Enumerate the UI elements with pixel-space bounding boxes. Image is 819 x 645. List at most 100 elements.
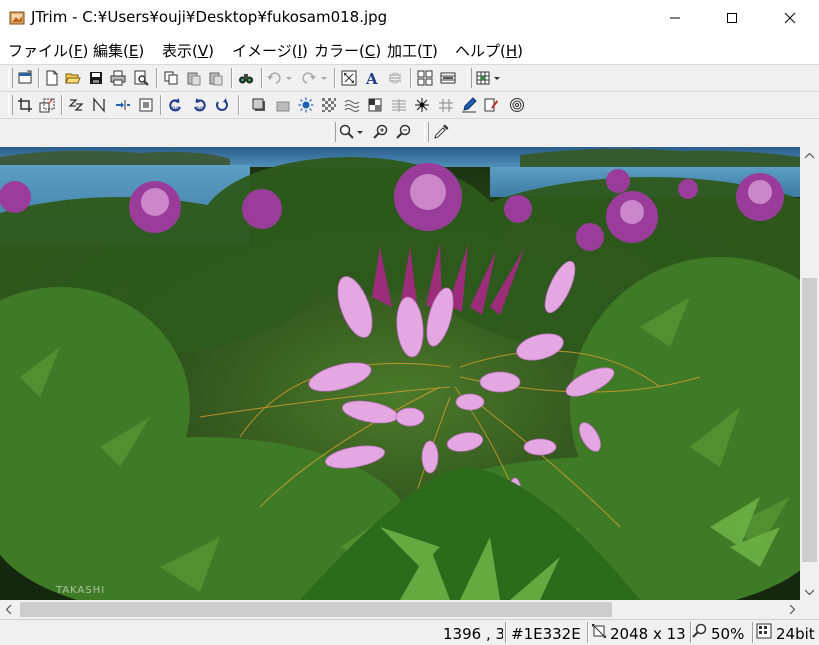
mirror-arrows-icon <box>116 100 130 110</box>
redo-button[interactable] <box>300 68 330 88</box>
vertical-scrollbar[interactable] <box>800 147 819 600</box>
menu-file[interactable]: ファイル(F) <box>8 40 88 61</box>
zoom-in-button[interactable] <box>371 122 391 142</box>
resize-button[interactable] <box>37 95 57 115</box>
svg-text:90: 90 <box>172 106 180 113</box>
text-button[interactable]: A <box>362 68 382 88</box>
minimize-button[interactable] <box>652 0 698 36</box>
sun-icon <box>298 97 314 113</box>
emboss-button[interactable] <box>273 95 293 115</box>
maximize-button[interactable] <box>709 0 755 36</box>
save-button[interactable] <box>86 68 106 88</box>
print-preview-icon <box>134 70 149 86</box>
minimize-icon <box>670 17 680 19</box>
wave-button[interactable] <box>342 95 362 115</box>
open-file-button[interactable] <box>63 68 83 88</box>
scroll-left-button[interactable] <box>0 600 17 619</box>
toolbar-separator <box>231 68 233 88</box>
toolbar-separator <box>334 68 336 88</box>
jtrim-app-icon[interactable] <box>9 10 25 26</box>
menu-edit[interactable]: 編集(E) <box>93 40 144 61</box>
clipboard-edit-button[interactable] <box>481 95 501 115</box>
zoom-in-icon <box>373 124 388 139</box>
image-canvas[interactable]: TAKASHI <box>0 147 800 600</box>
frame-icon <box>139 98 153 112</box>
paste-icon <box>187 72 201 86</box>
horizontal-scrollbar[interactable] <box>0 600 800 619</box>
horizontal-scroll-thumb[interactable] <box>20 602 612 617</box>
flip-vertical-button[interactable] <box>89 95 109 115</box>
status-bar: 1396 , 3 #1E332E 2048 x 13 50% 24bit <box>0 619 819 645</box>
new-file-button[interactable] <box>42 68 62 88</box>
frame-button[interactable] <box>136 95 156 115</box>
text-a-icon: A <box>365 70 378 86</box>
pencil-button[interactable] <box>459 95 479 115</box>
paste-button[interactable] <box>184 68 204 88</box>
grid-dropdown-button[interactable] <box>474 68 504 88</box>
wave-icon <box>344 100 360 112</box>
scroll-up-button[interactable] <box>800 147 819 164</box>
star-filter-button[interactable] <box>412 95 432 115</box>
close-button[interactable] <box>767 0 813 36</box>
photo-watermark: TAKASHI <box>55 585 105 596</box>
thumbnail-button[interactable] <box>415 68 435 88</box>
toolbar-separator <box>38 68 40 88</box>
toolbar-grip[interactable] <box>424 122 429 142</box>
svg-text:90: 90 <box>196 106 204 113</box>
toolbar-grip[interactable] <box>467 68 472 88</box>
redo-icon <box>302 72 327 84</box>
undo-button[interactable] <box>265 68 295 88</box>
print-preview-button[interactable] <box>131 68 151 88</box>
scroll-left-arrow-icon <box>5 605 11 614</box>
brightness-button[interactable] <box>296 95 316 115</box>
menu-view[interactable]: 表示(V) <box>162 40 214 61</box>
rotate-90-right-button[interactable]: 90 <box>190 95 210 115</box>
batch-convert-button[interactable] <box>236 68 256 88</box>
scroll-right-button[interactable] <box>783 600 800 619</box>
trim-button[interactable] <box>15 95 35 115</box>
menu-image[interactable]: イメージ(I) <box>232 40 308 61</box>
crop-icon <box>18 98 32 112</box>
rotate-free-button[interactable] <box>212 95 232 115</box>
zoom-dropdown-button[interactable] <box>338 122 368 142</box>
scroll-down-button[interactable] <box>800 583 819 600</box>
mosaic-button[interactable] <box>319 95 339 115</box>
toolbar-separator <box>410 68 412 88</box>
mirror-button[interactable] <box>113 95 133 115</box>
filmstrip-button[interactable] <box>438 68 458 88</box>
capture-button[interactable] <box>15 68 35 88</box>
capture-icon <box>18 70 32 84</box>
spiral-button[interactable] <box>507 95 527 115</box>
rotate-90-left-button[interactable]: 90 <box>165 95 185 115</box>
toolbar-grip[interactable] <box>331 122 336 142</box>
toolbar-separator <box>261 68 263 88</box>
perspective-icon <box>439 99 453 112</box>
sparkle-icon <box>415 98 429 112</box>
clipboard-pen-icon <box>484 98 498 112</box>
paste-new-button[interactable] <box>206 68 226 88</box>
zoom-out-button[interactable] <box>394 122 414 142</box>
lines-button[interactable] <box>389 95 409 115</box>
color-depth-icon <box>756 623 772 639</box>
posterize-button[interactable] <box>365 95 385 115</box>
perspective-button[interactable] <box>436 95 456 115</box>
copy-button[interactable] <box>161 68 181 88</box>
eyedropper-icon <box>434 124 449 139</box>
fit-window-button[interactable] <box>339 68 359 88</box>
flip-horizontal-button[interactable] <box>66 95 86 115</box>
menu-process[interactable]: 加工(T) <box>387 40 438 61</box>
shadow-button[interactable] <box>249 95 269 115</box>
toolbar-grip[interactable] <box>8 68 13 88</box>
grid-display-button[interactable] <box>385 68 405 88</box>
photo-view: TAKASHI <box>0 147 800 600</box>
scroll-up-arrow-icon <box>805 152 814 158</box>
rotate-right-90-icon: 90 <box>194 98 206 113</box>
eyedropper-button[interactable] <box>431 122 451 142</box>
status-separator <box>505 622 507 643</box>
menu-help[interactable]: ヘルプ(H) <box>455 40 523 61</box>
toolbar-grip[interactable] <box>8 95 13 115</box>
folder-open-icon <box>65 73 81 84</box>
print-button[interactable] <box>108 68 128 88</box>
vertical-scroll-thumb[interactable] <box>802 278 817 562</box>
menu-color[interactable]: カラー(C) <box>314 40 381 61</box>
